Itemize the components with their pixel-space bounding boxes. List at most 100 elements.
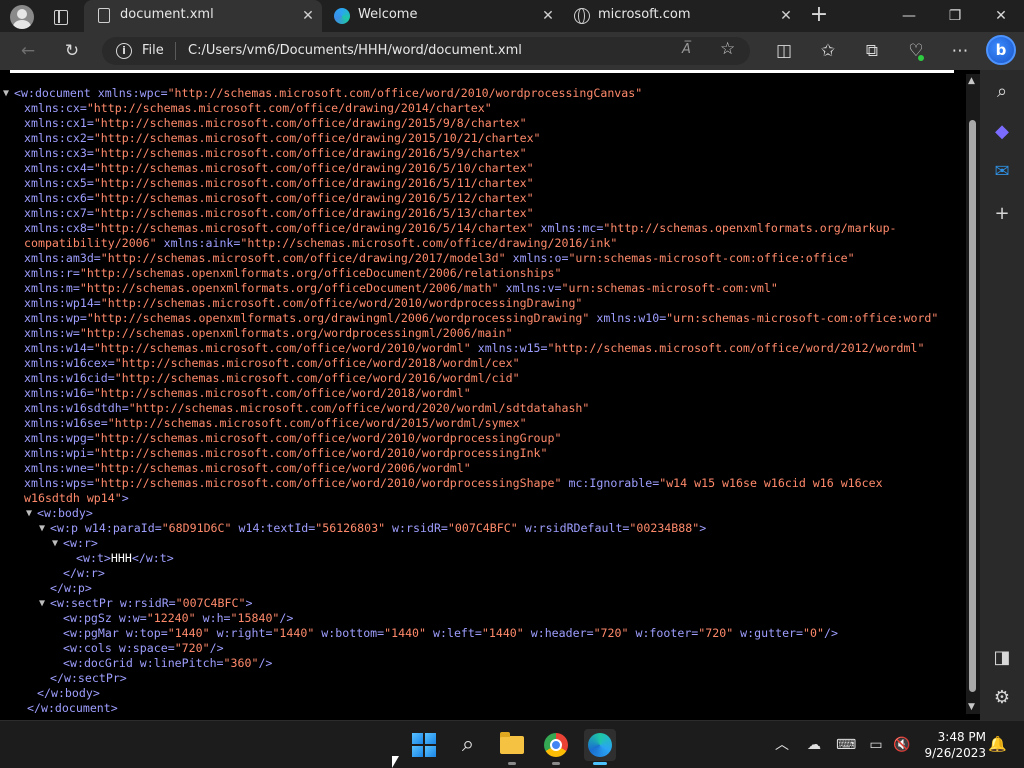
vertical-scrollbar[interactable]: ▲ ▼ [966, 74, 980, 714]
xml-token: w14:paraId= [84, 521, 162, 535]
onedrive-cloud-icon[interactable]: ☁ [804, 735, 824, 755]
xml-token: "http://schemas.microsoft.com/office/dra… [93, 221, 534, 235]
xml-token: "720" [174, 641, 210, 655]
tab-title: Welcome [358, 7, 418, 22]
split-screen-icon[interactable]: ◫ [772, 39, 796, 63]
xml-token: xmlns:w16cid= [24, 371, 115, 385]
xml-token: "00234B88" [629, 521, 700, 535]
xml-token: > [699, 521, 707, 535]
tab-microsoft-com[interactable]: microsoft.com ✕ [562, 0, 800, 32]
add-app-icon[interactable]: + [990, 202, 1014, 226]
restore-icon[interactable]: ❐ [932, 0, 978, 32]
xml-token: /> [258, 656, 273, 670]
xml-token: </w:t> [131, 551, 174, 565]
close-window-icon[interactable]: ✕ [978, 0, 1024, 32]
info-icon[interactable]: i [116, 43, 132, 59]
tab-close-icon[interactable]: ✕ [300, 8, 316, 24]
tab-actions-icon[interactable] [48, 6, 72, 28]
xml-token: /> [209, 641, 224, 655]
xml-token: "http://schemas.microsoft.com/office/wor… [93, 446, 548, 460]
tab-strip: document.xml ✕ Welcome ✕ microsoft.com ✕… [0, 0, 1024, 32]
xml-line: compatibility/2006" xmlns:aink="http://s… [14, 236, 964, 251]
outlook-icon[interactable]: ✉ [990, 160, 1014, 184]
address-bar[interactable]: i File C:/Users/vm6/Documents/HHH/word/d… [102, 37, 750, 65]
system-clock[interactable]: 3:48 PM 9/26/2023 [920, 729, 986, 761]
xml-line: xmlns:w16se="http://schemas.microsoft.co… [14, 416, 964, 431]
xml-token: xmlns:w10= [589, 311, 667, 325]
copilot-app-icon[interactable]: ◆ [990, 120, 1014, 144]
xml-token: "http://schemas.microsoft.com/office/dra… [93, 176, 534, 190]
start-windows-icon[interactable] [408, 729, 440, 761]
tab-document-xml[interactable]: document.xml ✕ [84, 0, 322, 32]
expand-toggle-icon[interactable]: ▼ [52, 536, 62, 551]
tab-close-icon[interactable]: ✕ [778, 8, 794, 24]
read-aloud-icon[interactable]: A̅ [682, 42, 691, 57]
expand-toggle-icon[interactable]: ▼ [39, 596, 49, 611]
favorites-icon[interactable]: ✩ [816, 39, 840, 63]
xml-token: "http://schemas.microsoft.com/office/wor… [167, 86, 643, 100]
xml-line: ▼ <w:body> [14, 506, 964, 521]
xml-token: xmlns:w16= [24, 386, 94, 400]
xml-token: "720" [593, 626, 629, 640]
xml-token: "15840" [230, 611, 280, 625]
xml-token: xmlns:wpi= [24, 446, 94, 460]
refresh-icon[interactable]: ↻ [60, 39, 84, 63]
browser-window: document.xml ✕ Welcome ✕ microsoft.com ✕… [0, 0, 1024, 720]
keyboard-icon[interactable]: ⌨ [836, 735, 856, 755]
xml-token: xmlns:cx5= [24, 176, 94, 190]
xml-token: w:w= [118, 611, 147, 625]
xml-token: xmlns:cx2= [24, 131, 94, 145]
tab-close-icon[interactable]: ✕ [540, 8, 556, 24]
show-hidden-icons-chevron-icon[interactable]: ︿ [772, 735, 792, 755]
more-menu-icon[interactable]: ⋯ [948, 39, 972, 63]
expand-toggle-icon[interactable]: ▼ [26, 506, 36, 521]
scroll-down-icon[interactable]: ▼ [968, 702, 975, 712]
xml-line: </w:sectPr> [14, 671, 964, 686]
address-toolbar: ← ↻ i File C:/Users/vm6/Documents/HHH/wo… [0, 32, 1024, 70]
xml-token: xmlns:cx8= [24, 221, 94, 235]
xml-token: w16sdtdh wp14" [24, 491, 122, 505]
collections-icon[interactable]: ⧉ [860, 39, 884, 63]
hide-sidebar-icon[interactable]: ◨ [990, 646, 1014, 670]
xml-token: </w:sectPr> [50, 671, 127, 685]
notification-bell-icon[interactable]: 🔔 [988, 735, 1007, 753]
profile-avatar-icon[interactable] [10, 5, 34, 29]
tab-welcome[interactable]: Welcome ✕ [322, 0, 562, 32]
settings-gear-icon[interactable]: ⚙ [990, 686, 1014, 710]
xml-token: /> [823, 626, 838, 640]
volume-muted-icon[interactable]: 🔇 [892, 735, 912, 755]
expand-toggle-icon[interactable]: ▼ [3, 86, 13, 101]
expand-toggle-icon[interactable]: ▼ [39, 521, 49, 536]
browser-essentials-icon[interactable]: ♡ [904, 39, 928, 63]
chrome-icon[interactable] [540, 729, 572, 765]
xml-line: xmlns:wp14="http://schemas.microsoft.com… [14, 296, 964, 311]
xml-line: xmlns:cx8="http://schemas.microsoft.com/… [14, 221, 964, 236]
xml-token: xmlns:cx4= [24, 161, 94, 175]
favorite-star-icon[interactable]: ☆ [720, 39, 735, 59]
xml-token: "007C4BFC" [447, 521, 518, 535]
minimize-icon[interactable]: — [886, 0, 932, 32]
xml-token: xmlns:cx7= [24, 206, 94, 220]
xml-token: "http://schemas.microsoft.com/office/wor… [547, 341, 925, 355]
xml-token: w14:textId= [231, 521, 316, 535]
xml-token: </w:body> [37, 686, 100, 700]
back-arrow-icon[interactable]: ← [16, 39, 40, 63]
url-text[interactable]: C:/Users/vm6/Documents/HHH/word/document… [188, 43, 522, 58]
xml-token: w:rsidRDefault= [517, 521, 630, 535]
bing-copilot-icon[interactable]: b [986, 35, 1016, 65]
xml-token: /> [279, 611, 294, 625]
scroll-up-icon[interactable]: ▲ [968, 76, 975, 86]
xml-line: </w:p> [14, 581, 964, 596]
tab-title: document.xml [120, 7, 214, 22]
edge-taskbar-icon[interactable] [584, 729, 616, 765]
file-explorer-icon[interactable] [496, 729, 528, 765]
xml-token: "http://schemas.microsoft.com/office/wor… [100, 296, 583, 310]
xml-line: <w:t>HHH</w:t> [14, 551, 964, 566]
globe-icon [574, 8, 590, 24]
scrollbar-thumb[interactable] [969, 120, 976, 692]
network-icon[interactable]: ▭ [866, 735, 886, 755]
taskbar-search-icon[interactable]: ⌕ [452, 729, 484, 761]
search-icon[interactable]: ⌕ [990, 80, 1014, 104]
new-tab-button[interactable]: + [808, 4, 830, 26]
xml-line: w16sdtdh wp14"> [14, 491, 964, 506]
